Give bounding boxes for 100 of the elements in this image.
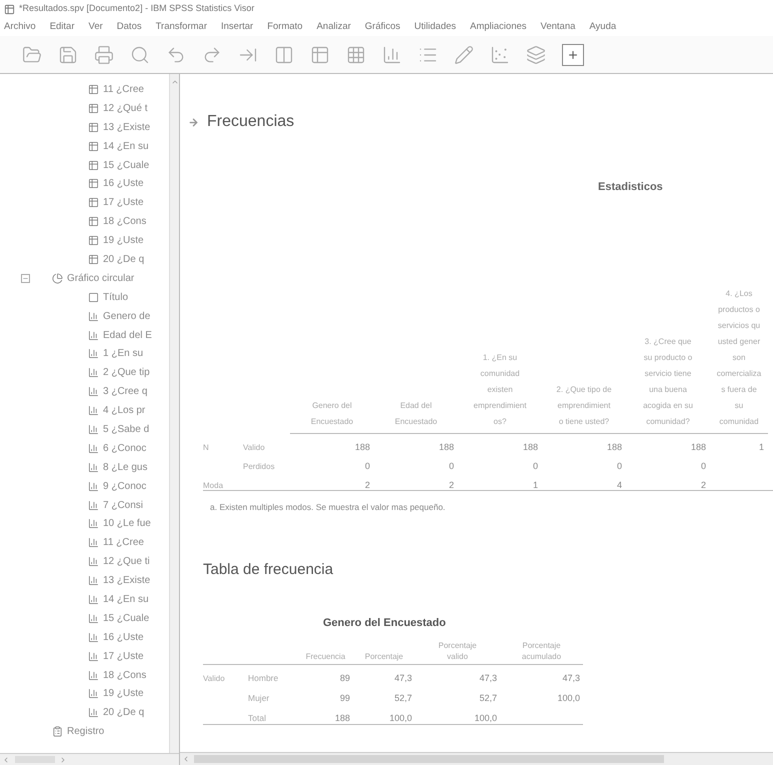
row-header: Total [248,713,266,723]
bar-chart-icon [88,612,99,624]
tree-item[interactable]: 6 ¿Conoc [0,438,169,458]
tree-item[interactable]: 18 ¿Cons [0,212,169,232]
tree-item[interactable]: Edad del E [0,326,169,344]
scroll-thumb[interactable] [194,755,664,763]
tree-item[interactable]: 1 ¿En su [0,344,169,364]
menu-item[interactable]: Insertar [221,20,254,34]
tree-item[interactable]: 17 ¿Uste [0,193,169,212]
tree-item[interactable]: 11 ¿Cree [0,533,169,552]
window-title: *Resultados.spv [Documento2] - IBM SPSS Statistics Visor [19,2,254,16]
square-icon [88,292,99,303]
grid-icon[interactable] [346,44,366,64]
table-cell: 4 [616,480,622,490]
tree-item[interactable]: 14 ¿En su [0,590,169,609]
tree-item[interactable]: Título [0,288,169,307]
menu-item[interactable]: Datos [116,20,142,34]
tree-item[interactable]: 14 ¿En su [0,136,169,156]
tree-item[interactable]: 12 ¿Qué t [0,98,169,118]
column-header: Edad del Encuestado [394,400,438,428]
table-cell: 52,7 [479,693,497,703]
tree-item[interactable]: 10 ¿Le fue [0,514,169,534]
chevron-up-icon[interactable] [170,78,178,86]
table-cell: 2 [448,480,454,490]
vertical-scrollbar[interactable] [169,74,179,753]
menu-item[interactable]: Ver [88,20,103,34]
tree-item[interactable]: 19 ¿Uste [0,231,169,250]
column-header: Genero del Encuestado [310,400,354,428]
tree-item[interactable]: 5 ¿Sabe d [0,420,169,439]
folder-icon[interactable] [22,44,42,64]
scatter-chart-icon[interactable] [490,44,510,64]
bar-chart-icon[interactable] [382,44,402,64]
bar-chart-icon [88,594,99,605]
tree-item[interactable]: Gráfico circular [34,268,134,288]
table-icon [88,122,99,133]
menu-item[interactable]: Formato [267,20,303,34]
tree-item[interactable]: 16 ¿Uste [0,628,169,647]
tree-item[interactable]: 17 ¿Uste [0,646,169,666]
menu-item[interactable]: Analizar [316,20,351,34]
tree-item[interactable]: 13 ¿Existe [0,571,169,590]
menu-item[interactable]: Gráficos [364,20,400,34]
pencil-icon[interactable] [454,44,474,64]
menu-item[interactable]: Ayuda [589,20,616,34]
search-icon[interactable] [130,44,150,64]
tree-item[interactable]: 13 ¿Existe [0,118,169,137]
columns-icon[interactable] [274,44,294,64]
add-button[interactable] [562,44,584,66]
tree-item[interactable]: 7 ¿Consi [0,496,169,514]
table-icon [88,216,99,228]
layers-icon[interactable] [526,44,546,64]
tree-item[interactable]: 20 ¿De q [0,250,169,269]
menu-item[interactable]: Transformar [156,20,207,34]
tree-item[interactable]: 16 ¿Uste [0,174,169,194]
tree-item[interactable]: 15 ¿Cuale [0,156,169,174]
tree-item[interactable]: 11 ¿Cree [0,80,169,99]
bar-chart-icon [88,462,99,473]
menu-item[interactable]: Archivo [4,20,36,34]
tree-item[interactable]: 2 ¿Que tip [0,363,169,382]
tree-item[interactable]: 12 ¿Que ti [0,552,169,572]
menu-item[interactable]: Utilidades [414,20,456,34]
table-cell: 0 [364,461,370,471]
menu-item[interactable]: Ampliaciones [470,20,527,34]
menu-item[interactable]: Ventana [540,20,576,34]
bar-chart-icon [88,575,99,586]
table-cell: 100,0 [557,693,580,703]
app-icon [4,4,15,14]
tree-item[interactable]: 19 ¿Uste [0,684,169,704]
collapse-toggle[interactable] [21,274,30,283]
row-header: Hombre [248,673,278,683]
tree-item[interactable]: 20 ¿De q [0,703,169,722]
bar-chart-icon [88,537,99,548]
table-cell: 2 [364,480,370,490]
tree-item[interactable]: 4 ¿Los pr [0,401,169,420]
tree-item[interactable]: 18 ¿Cons [0,666,169,684]
menu-item[interactable]: Editar [50,20,75,34]
chevron-left-icon[interactable] [2,756,10,764]
bar-chart-icon [88,442,99,454]
table-cell: 47,3 [479,673,497,683]
tree-item[interactable]: 9 ¿Conoc [0,476,169,496]
table-title: Estadisticos [598,181,663,193]
tree-item[interactable]: 3 ¿Cree q [0,382,169,402]
table-cell: 188 [522,442,538,452]
column-header: 3. ¿Cree que su producto o servicio tiene una buena acogida en su comunidad? [643,336,693,428]
table-icon[interactable] [310,44,330,64]
horizontal-scrollbar[interactable] [0,753,179,765]
table-icon [88,235,99,246]
tree-item[interactable]: 8 ¿Le gus [0,458,169,477]
column-header: Porcentaje valido [438,640,477,662]
table-cell: 0 [700,461,706,471]
chevron-left-icon[interactable] [182,755,190,763]
tree-item[interactable]: Registro [34,722,104,742]
table-cell: 188 [334,713,350,723]
printer-icon[interactable] [94,44,114,64]
chevron-right-icon[interactable] [59,756,67,764]
footnote: a. Existen multiples modos. Se muestra el valor mas pequeño. [210,502,446,512]
row-header: N [203,443,209,452]
tree-item[interactable]: 15 ¿Cuale [0,608,169,628]
tree-item[interactable]: Genero de [0,306,169,326]
horizontal-scrollbar[interactable] [180,752,773,765]
save-icon[interactable] [58,44,78,64]
